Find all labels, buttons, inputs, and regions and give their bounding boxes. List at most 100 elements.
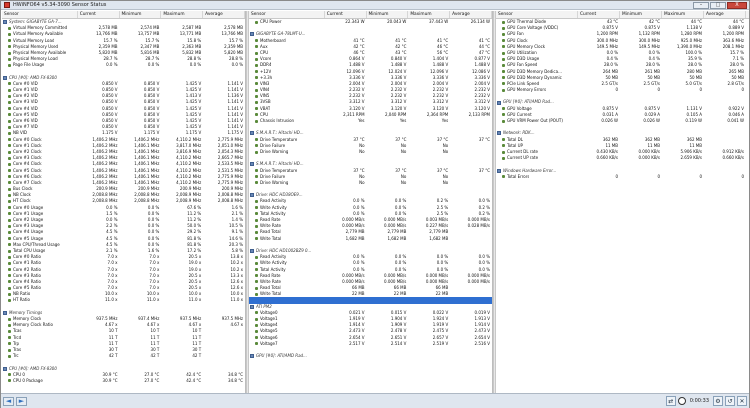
sensor-icon xyxy=(8,63,11,67)
sensor-row[interactable]: Write Total 1,682 MB 1,682 MB 1,682 MB xyxy=(249,236,492,242)
title-bar[interactable]: HWiNFO64 v5.34-3090 Sensor Status – □ X xyxy=(1,1,749,10)
sensor-icon xyxy=(502,20,505,24)
maximize-button[interactable]: □ xyxy=(710,2,726,9)
sensor-icon xyxy=(255,255,258,259)
sensor-row[interactable]: Trc 42 T 42 T 42 T xyxy=(2,353,245,359)
sensor-value-average xyxy=(450,236,492,242)
sensor-icon xyxy=(8,206,11,210)
sensor-icon xyxy=(8,230,11,234)
sensor-icon xyxy=(255,237,258,241)
sensor-icon xyxy=(255,286,258,290)
sensor-group-header[interactable]: GPU [#0]: ATI/AMD Rad... xyxy=(249,353,492,359)
sensor-value-maximum: 37.443 W xyxy=(428,19,449,24)
column-header-maximum[interactable]: Maximum xyxy=(161,11,204,18)
sensor-icon xyxy=(502,32,505,36)
sensor-icon xyxy=(255,57,258,61)
sensor-value-current: 42 T xyxy=(108,353,118,359)
sensor-icon xyxy=(8,119,11,123)
sensor-icon xyxy=(8,261,11,265)
sensor-value-average xyxy=(450,118,492,124)
sensor-row[interactable]: HT Ratio 11.0 x 11.0 x 11.0 x 11.0 x xyxy=(2,297,245,303)
column-header-minimum[interactable]: Minimum xyxy=(620,11,662,18)
sensor-value-current: 22 MB xyxy=(351,291,365,297)
close-icon[interactable]: ✕ xyxy=(737,396,747,406)
sensor-icon xyxy=(502,156,505,160)
sensor-icon xyxy=(8,150,11,154)
column-header[interactable]: Sensor Current Minimum Maximum Average xyxy=(2,11,245,19)
sensor-row[interactable]: Drive Warning No No No xyxy=(249,149,492,155)
sensor-icon xyxy=(255,107,258,111)
column-header-sensor[interactable]: Sensor xyxy=(249,11,325,18)
chip-icon xyxy=(497,100,501,105)
sensor-value-maximum: 2.659 KB/s xyxy=(680,155,702,161)
sensor-icon xyxy=(502,76,505,80)
sensor-value-maximum: 0 xyxy=(699,87,702,93)
reset-icon[interactable]: ↺ xyxy=(725,396,735,406)
sensor-row[interactable]: Current UP rate 0.660 KB/s 0.000 KB/s 2.659… xyxy=(496,155,749,161)
sensor-value-minimum: 2.514 V xyxy=(390,340,407,346)
column-header-maximum[interactable]: Maximum xyxy=(408,11,451,18)
sensor-icon xyxy=(8,193,11,197)
sensor-row[interactable]: Write Total 22 MB 22 MB 22 MB xyxy=(249,291,492,297)
elapsed-timer: 0:00:33 xyxy=(689,398,709,404)
sensor-panel-3[interactable]: Sensor Current Minimum Maximum Average GPU T… xyxy=(496,11,749,393)
sensor-row[interactable]: GPU VRM Power Out (POUT) 0.026 W 0.026 W 0.… xyxy=(496,118,749,124)
sensor-name: CPU 0 Package xyxy=(13,377,43,383)
column-header-maximum[interactable]: Maximum xyxy=(662,11,704,18)
sensor-row[interactable]: Page File Usage 0.0 % 0.0 % 0.0 % 0.0 % xyxy=(2,62,245,68)
sensor-icon xyxy=(255,317,258,321)
column-header-minimum[interactable]: Minimum xyxy=(367,11,409,18)
sensor-value-current: 2.517 V xyxy=(349,340,365,346)
column-header-current[interactable]: Current xyxy=(78,11,120,18)
sensor-icon xyxy=(8,82,11,86)
sensor-icon xyxy=(255,150,258,154)
column-header-minimum[interactable]: Minimum xyxy=(120,11,162,18)
close-button[interactable]: X xyxy=(727,2,747,9)
column-header[interactable]: Sensor Current Minimum Maximum Average xyxy=(496,11,749,19)
sensor-icon xyxy=(255,20,258,24)
sensor-icon xyxy=(255,101,258,105)
sensor-icon xyxy=(255,76,258,80)
sensor-name: Chassis Intrusion xyxy=(260,118,295,123)
next-button[interactable]: ► xyxy=(16,396,27,406)
column-header-current[interactable]: Current xyxy=(325,11,367,18)
prev-button[interactable]: ◄ xyxy=(3,396,14,406)
sensor-row[interactable]: Total Errors 0 0 0 0 xyxy=(496,174,749,180)
minimize-button[interactable]: – xyxy=(693,2,709,9)
network-icon[interactable]: ⇄ xyxy=(665,396,676,406)
sensor-row[interactable]: CPU Power 22.343 W 20.043 W 37.443 W 26.134 … xyxy=(249,19,492,25)
sensor-row[interactable]: Drive Warning No No No xyxy=(249,180,492,186)
sensor-name: GPU VRM Power Out (POUT) xyxy=(507,118,563,123)
sensor-row[interactable]: Chassis Intrusion Yes Yes Yes xyxy=(249,118,492,124)
sensor-rows: GPU Thermal Diode 43 °C 42 °C 44 °C 44 °C GPU… xyxy=(496,19,749,180)
column-header-average[interactable]: Average xyxy=(704,11,746,18)
sensor-icon xyxy=(8,243,11,247)
sensor-row[interactable]: GPU Memory Errors 0 0 0 0 xyxy=(496,87,749,93)
group-label: GPU [#0]: ATI/AMD Rad... xyxy=(256,353,307,359)
sensor-icon xyxy=(255,230,258,234)
sensor-icon xyxy=(255,311,258,315)
column-header[interactable]: Sensor Current Minimum Maximum Average xyxy=(249,11,492,19)
column-header-average[interactable]: Average xyxy=(450,11,492,18)
sensor-icon xyxy=(8,156,11,160)
sensor-icon xyxy=(502,39,505,43)
column-header-average[interactable]: Average xyxy=(203,11,245,18)
sensor-icon xyxy=(8,138,11,142)
sensor-icon xyxy=(502,175,505,179)
sensor-value-current: 1,682 MB xyxy=(345,235,365,241)
column-header-sensor[interactable]: Sensor xyxy=(496,11,578,18)
sensor-panel-1[interactable]: Sensor Current Minimum Maximum Average Syste… xyxy=(2,11,246,393)
column-header-sensor[interactable]: Sensor xyxy=(2,11,78,18)
sensor-icon xyxy=(8,317,11,321)
sensor-value-average: 0 xyxy=(741,173,744,179)
sensor-row[interactable]: CPU 0 Package 30.9 °C 27.0 °C 42.4 °C 34.8 °… xyxy=(2,378,245,384)
sensor-value-current: 30.9 °C xyxy=(102,377,118,383)
sensor-value-current: 0.660 KB/s xyxy=(596,155,618,161)
settings-icon[interactable]: ⚙ xyxy=(713,396,723,406)
sensor-row[interactable]: Voltage7 2.517 V 2.514 V 2.519 V 2.516 V xyxy=(249,341,492,347)
sensor-value-minimum: 20.043 W xyxy=(387,19,407,24)
sensor-icon xyxy=(255,336,258,340)
column-header-current[interactable]: Current xyxy=(578,11,620,18)
sensor-icon xyxy=(255,218,258,222)
sensor-panel-2[interactable]: Sensor Current Minimum Maximum Average CPU P… xyxy=(249,11,493,393)
